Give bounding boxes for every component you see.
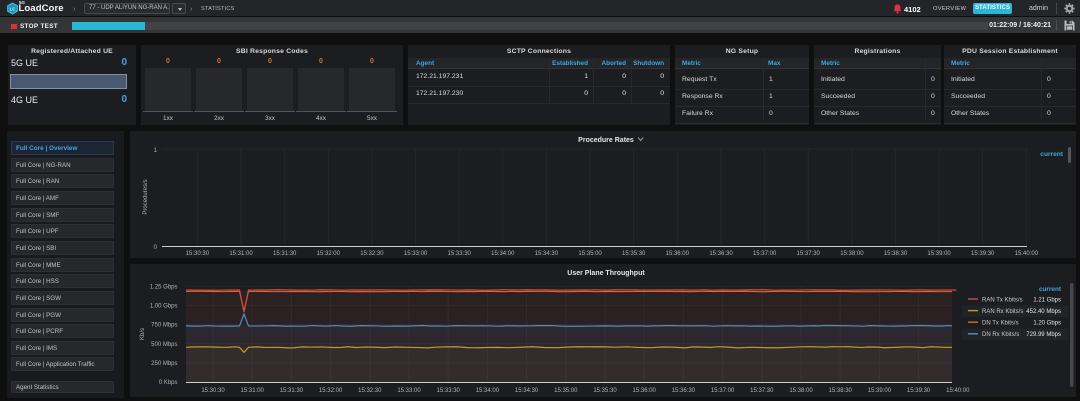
svg-text:1.25 Gbps: 1.25 Gbps [150, 284, 178, 290]
svg-text:15:33:00: 15:33:00 [397, 388, 421, 394]
svg-text:current: current [1040, 151, 1064, 158]
svg-text:0: 0 [154, 245, 158, 251]
svg-text:15:37:30: 15:37:30 [797, 251, 821, 257]
svg-text:15:34:00: 15:34:00 [491, 251, 515, 257]
svg-text:RAN Rx Kbits/s: RAN Rx Kbits/s [982, 309, 1023, 315]
svg-text:15:36:30: 15:36:30 [709, 251, 733, 257]
svg-text:15:34:30: 15:34:30 [515, 388, 539, 394]
svg-text:15:31:30: 15:31:30 [280, 388, 304, 394]
svg-text:15:35:30: 15:35:30 [593, 388, 617, 394]
svg-text:750 Mbps: 750 Mbps [151, 323, 177, 329]
svg-text:15:34:30: 15:34:30 [535, 251, 559, 257]
svg-text:729.99 Mbps: 729.99 Mbps [1026, 332, 1061, 338]
svg-text:15:40:00: 15:40:00 [946, 388, 970, 394]
svg-text:15:38:00: 15:38:00 [840, 251, 864, 257]
svg-text:0 Kbps: 0 Kbps [159, 380, 178, 386]
svg-text:1.00 Gbps: 1.00 Gbps [150, 304, 178, 310]
svg-text:15:33:30: 15:33:30 [448, 251, 472, 257]
svg-text:15:32:30: 15:32:30 [358, 388, 382, 394]
svg-text:15:38:00: 15:38:00 [789, 388, 813, 394]
svg-text:15:37:30: 15:37:30 [750, 388, 774, 394]
svg-text:1.20 Gbps: 1.20 Gbps [1033, 321, 1061, 327]
svg-text:15:36:30: 15:36:30 [672, 388, 696, 394]
svg-text:15:40:00: 15:40:00 [1015, 251, 1039, 257]
svg-text:15:39:00: 15:39:00 [868, 388, 892, 394]
svg-text:15:30:30: 15:30:30 [186, 251, 210, 257]
svg-text:15:37:00: 15:37:00 [711, 388, 735, 394]
svg-text:500 Mbps: 500 Mbps [151, 342, 177, 348]
svg-text:15:36:00: 15:36:00 [666, 251, 690, 257]
svg-text:Procedure Rates: Procedure Rates [578, 137, 634, 144]
svg-text:1: 1 [154, 148, 158, 154]
svg-text:15:32:00: 15:32:00 [319, 388, 343, 394]
svg-text:15:33:00: 15:33:00 [404, 251, 428, 257]
svg-text:15:31:00: 15:31:00 [229, 251, 253, 257]
svg-text:User Plane Throughput: User Plane Throughput [567, 270, 645, 277]
svg-text:DN Tx Kbits/s: DN Tx Kbits/s [982, 321, 1019, 327]
svg-text:15:30:30: 15:30:30 [201, 388, 225, 394]
svg-text:15:33:30: 15:33:30 [437, 388, 461, 394]
svg-text:452.40 Mbps: 452.40 Mbps [1026, 309, 1061, 315]
svg-text:15:31:30: 15:31:30 [273, 251, 297, 257]
svg-text:15:35:00: 15:35:00 [578, 251, 602, 257]
svg-text:current: current [1039, 286, 1062, 293]
svg-text:15:35:00: 15:35:00 [554, 388, 578, 394]
svg-text:15:39:30: 15:39:30 [907, 388, 931, 394]
svg-text:15:39:00: 15:39:00 [927, 251, 951, 257]
svg-text:15:38:30: 15:38:30 [884, 251, 908, 257]
svg-text:Procedures/s: Procedures/s [143, 179, 149, 214]
svg-text:LC: LC [10, 6, 16, 11]
svg-text:15:31:00: 15:31:00 [241, 388, 265, 394]
svg-text:15:36:00: 15:36:00 [633, 388, 657, 394]
svg-text:15:37:00: 15:37:00 [753, 251, 777, 257]
svg-text:RAN Tx Kbits/s: RAN Tx Kbits/s [982, 297, 1023, 303]
svg-text:15:35:30: 15:35:30 [622, 251, 646, 257]
svg-text:DN Rx Kbits/s: DN Rx Kbits/s [982, 332, 1019, 338]
svg-text:15:32:00: 15:32:00 [317, 251, 341, 257]
svg-text:15:39:30: 15:39:30 [971, 251, 995, 257]
svg-text:15:34:00: 15:34:00 [476, 388, 500, 394]
svg-text:15:32:30: 15:32:30 [360, 251, 384, 257]
svg-text:15:38:30: 15:38:30 [829, 388, 853, 394]
svg-text:1.21 Gbps: 1.21 Gbps [1033, 297, 1061, 303]
svg-text:Kb/s: Kb/s [140, 328, 146, 340]
svg-text:250 Mbps: 250 Mbps [151, 361, 177, 367]
